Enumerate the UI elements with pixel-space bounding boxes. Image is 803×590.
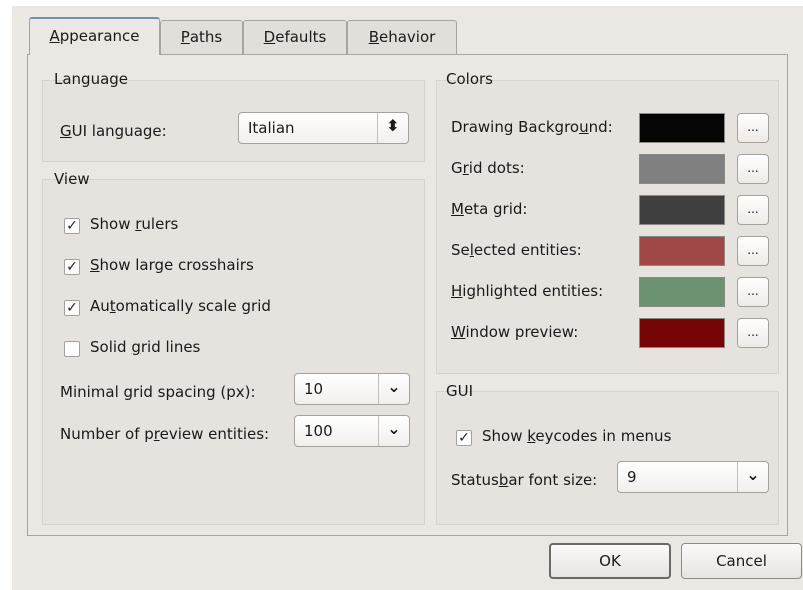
colors-group-title: Colors (446, 70, 493, 88)
gui-group-title: GUI (446, 382, 474, 400)
drawing-background-color-button[interactable]: ... (737, 113, 769, 143)
color-label-meta-grid: Meta grid: (451, 200, 528, 218)
color-label-highlighted-entities: Highlighted entities: (451, 282, 604, 300)
meta-grid-swatch (639, 195, 725, 225)
show-keycodes-label[interactable]: Show keycodes in menus (482, 427, 671, 445)
tab-appearance[interactable]: Appearance (29, 17, 160, 55)
language-group-title: Language (54, 70, 129, 88)
chevron-down-icon: ⌄ (746, 465, 760, 484)
gui-language-label: GUI language: (60, 122, 167, 140)
grid-dots-color-button[interactable]: ... (737, 154, 769, 184)
solid-grid-lines-checkbox[interactable] (64, 341, 80, 357)
window-preview-swatch (639, 318, 725, 348)
chevron-down-icon: ⌄ (387, 377, 401, 396)
combo-arrow: ⌄ (737, 462, 768, 492)
window-preview-color-button[interactable]: ... (737, 318, 769, 348)
statusbar-font-size-select[interactable]: 9 ⌄ (617, 461, 769, 493)
gui-group (436, 391, 779, 525)
preview-entities-select[interactable]: 100 ⌄ (294, 415, 410, 447)
preview-entities-label: Number of preview entities: (60, 425, 270, 443)
checkmark-icon: ✓ (66, 218, 78, 234)
tab-label: Defaults (263, 28, 327, 46)
auto-scale-grid-label[interactable]: Automatically scale grid (90, 297, 271, 315)
tab-label: Appearance (49, 27, 140, 45)
color-label-selected-entities: Selected entities: (451, 241, 582, 259)
min-grid-spacing-select[interactable]: 10 ⌄ (294, 373, 410, 405)
gui-language-select[interactable]: Italian ⬍ (238, 112, 409, 144)
color-label-drawing-background: Drawing Background: (451, 118, 613, 136)
preferences-dialog: Appearance Paths Defaults Behavior Langu… (12, 6, 803, 590)
min-grid-spacing-label: Minimal grid spacing (px): (60, 383, 256, 401)
checkmark-icon: ✓ (66, 259, 78, 275)
chevron-down-icon: ⌄ (387, 419, 401, 438)
ok-button[interactable]: OK (549, 543, 671, 579)
selected-entities-swatch (639, 236, 725, 266)
gui-language-value: Italian (248, 119, 295, 137)
selected-entities-color-button[interactable]: ... (737, 236, 769, 266)
tab-panel-appearance: Language GUI language: Italian ⬍ View ✓ … (27, 54, 788, 536)
combo-arrow: ⌄ (378, 416, 409, 446)
tab-behavior[interactable]: Behavior (347, 20, 457, 54)
combo-arrow: ⌄ (378, 374, 409, 404)
view-group-title: View (54, 170, 90, 188)
tab-paths[interactable]: Paths (160, 20, 243, 54)
show-large-crosshairs-checkbox[interactable]: ✓ (64, 259, 80, 275)
combo-arrow: ⬍ (377, 113, 408, 143)
cancel-button[interactable]: Cancel (681, 543, 802, 579)
statusbar-font-size-label: Statusbar font size: (451, 471, 598, 489)
checkmark-icon: ✓ (458, 430, 470, 446)
show-rulers-label[interactable]: Show rulers (90, 215, 178, 233)
auto-scale-grid-checkbox[interactable]: ✓ (64, 300, 80, 316)
min-grid-spacing-value: 10 (304, 380, 324, 398)
tab-defaults[interactable]: Defaults (243, 20, 347, 54)
updown-arrow-icon: ⬍ (386, 116, 400, 135)
color-label-window-preview: Window preview: (451, 323, 579, 341)
preview-entities-value: 100 (304, 422, 333, 440)
meta-grid-color-button[interactable]: ... (737, 195, 769, 225)
grid-dots-swatch (639, 154, 725, 184)
tab-label: Paths (180, 28, 223, 46)
show-large-crosshairs-label[interactable]: Show large crosshairs (90, 256, 254, 274)
color-label-grid-dots: Grid dots: (451, 159, 525, 177)
solid-grid-lines-label[interactable]: Solid grid lines (90, 338, 200, 356)
highlighted-entities-color-button[interactable]: ... (737, 277, 769, 307)
statusbar-font-size-value: 9 (627, 468, 637, 486)
highlighted-entities-swatch (639, 277, 725, 307)
tab-label: Behavior (368, 28, 436, 46)
checkmark-icon: ✓ (66, 300, 78, 316)
show-rulers-checkbox[interactable]: ✓ (64, 218, 80, 234)
drawing-background-swatch (639, 113, 725, 143)
show-keycodes-checkbox[interactable]: ✓ (456, 430, 472, 446)
